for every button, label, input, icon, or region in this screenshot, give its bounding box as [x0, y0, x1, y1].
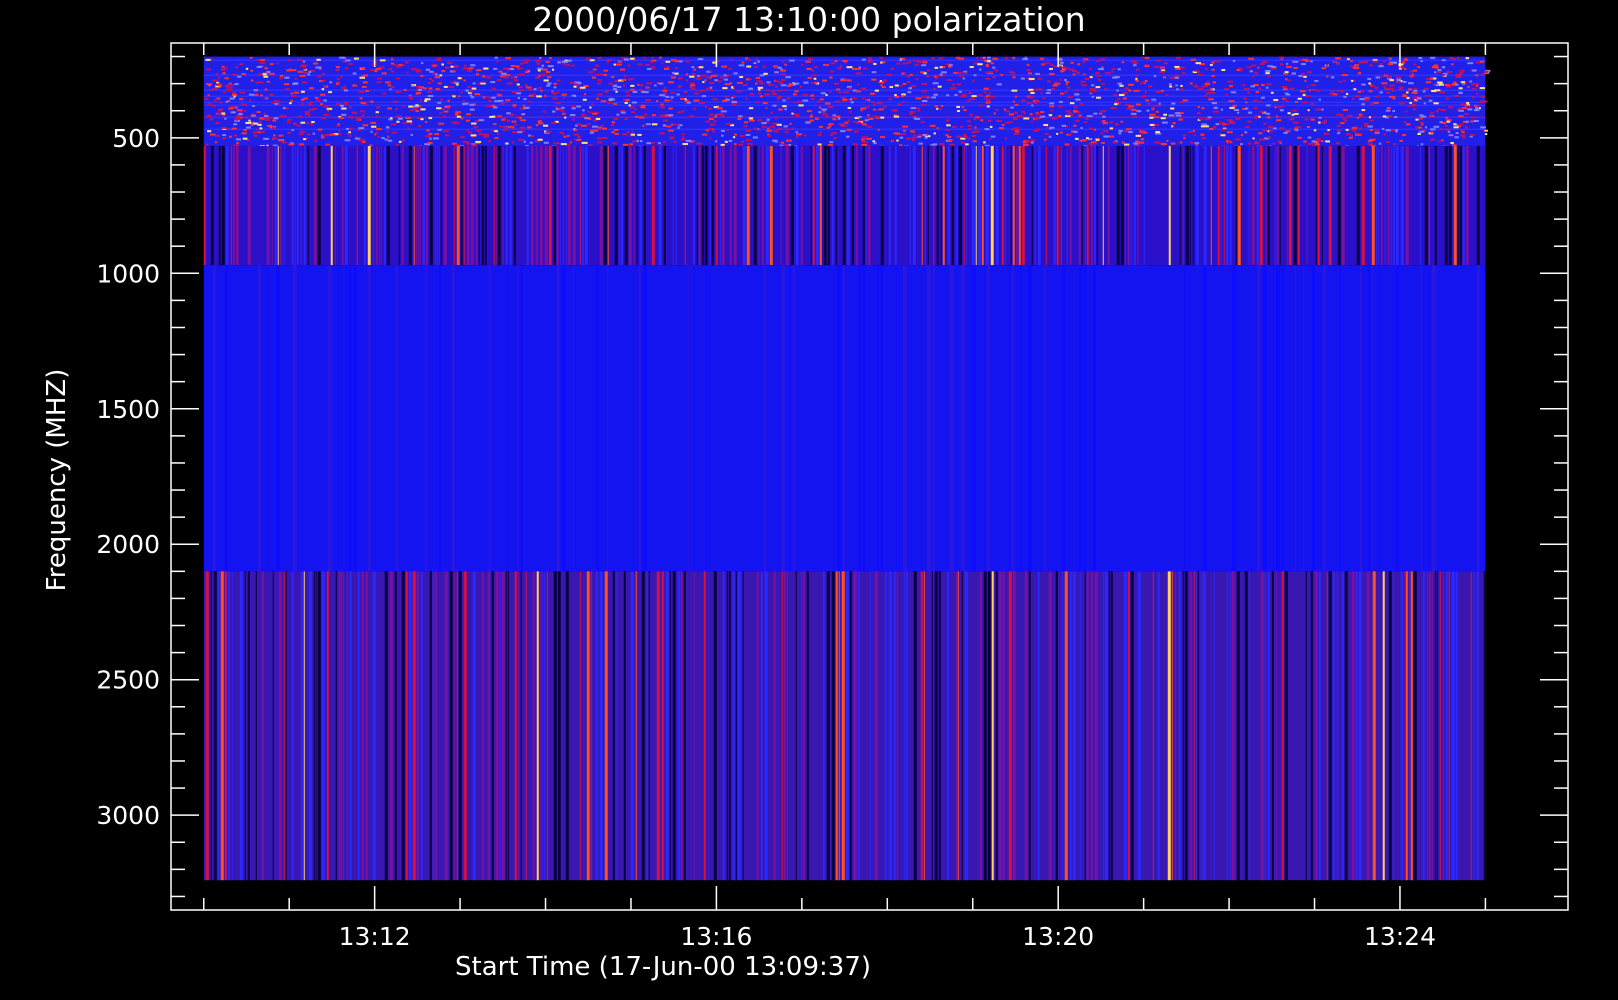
y-axis-label: Frequency (MHZ) [42, 369, 72, 592]
y-tick-label-2000: 2000 [96, 530, 160, 559]
y-tick-label-3000: 3000 [96, 801, 160, 830]
x-tick-label-1320: 13:20 [1022, 922, 1094, 951]
spectrogram-chart: 2000/06/17 13:10:00 polarization 500 1000… [42, 0, 1569, 982]
chart-title: 2000/06/17 13:10:00 polarization [532, 0, 1085, 39]
heatmap-band-4 [203, 571, 1486, 881]
y-tick-label-1000: 1000 [96, 259, 160, 288]
heatmap-band-3 [203, 265, 1486, 572]
y-tick-label-500: 500 [112, 124, 160, 153]
x-axis-label: Start Time (17-Jun-00 13:09:37) [455, 952, 871, 982]
heatmap-area [203, 56, 1491, 881]
heatmap-band-1 [203, 56, 1491, 148]
x-tick-label-1312: 13:12 [339, 922, 411, 951]
x-tick-label-1324: 13:24 [1364, 922, 1436, 951]
heatmap-band-2 [203, 145, 1486, 266]
x-tick-label-1316: 13:16 [680, 922, 752, 951]
y-tick-label-2500: 2500 [96, 666, 160, 695]
y-tick-label-1500: 1500 [96, 395, 160, 424]
